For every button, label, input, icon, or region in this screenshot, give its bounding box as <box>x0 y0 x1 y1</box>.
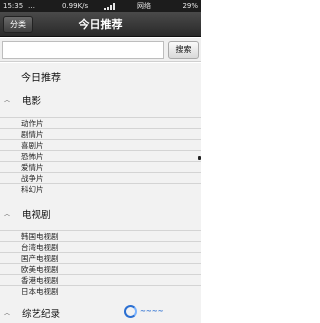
signal-icon <box>104 3 120 10</box>
list-item[interactable]: 台湾电视剧 <box>0 241 201 252</box>
status-bar: 15:35 … 0.99K/s 网络 29% <box>0 0 201 12</box>
chevron-up-icon: ︿ <box>4 211 11 218</box>
list-item[interactable]: 香港电视剧 <box>0 274 201 285</box>
list-item-today[interactable]: 今日推荐 <box>0 68 201 90</box>
network-speed: 0.99K/s <box>62 2 89 10</box>
list-item[interactable]: 动作片 <box>0 117 201 128</box>
section-label: 电影 <box>22 96 42 107</box>
list-item[interactable]: 喜剧片 <box>0 139 201 150</box>
section-label: 综艺纪录 <box>22 309 61 320</box>
notification-dots: … <box>28 2 35 10</box>
chevron-up-icon: ︿ <box>4 97 11 104</box>
status-time: 15:35 <box>3 2 24 10</box>
section-tv-series[interactable]: ︿ 电视剧 <box>0 208 201 224</box>
chevron-up-icon: ︿ <box>4 310 11 317</box>
list-item[interactable]: 战争片 <box>0 172 201 183</box>
category-button[interactable]: 分类 <box>3 16 33 33</box>
watermark-logo: ~~~~ <box>124 304 199 319</box>
list-item[interactable]: 韩国电视剧 <box>0 230 201 241</box>
section-label: 电视剧 <box>22 210 51 221</box>
battery-level: 29% <box>182 2 198 10</box>
search-button[interactable]: 搜索 <box>168 41 199 59</box>
network-label: 网络 <box>137 2 151 10</box>
list-item[interactable]: 科幻片 <box>0 183 201 194</box>
search-input[interactable] <box>2 41 164 59</box>
list-item[interactable]: 国产电视剧 <box>0 252 201 263</box>
scroll-indicator[interactable] <box>198 156 201 160</box>
list-item[interactable]: 剧情片 <box>0 128 201 139</box>
item-label: 日本电视剧 <box>21 287 59 296</box>
watermark-mark: ~~~~ <box>140 307 164 315</box>
list-item[interactable]: 日本电视剧 <box>0 285 201 296</box>
item-label: 科幻片 <box>21 185 44 194</box>
section-movies[interactable]: ︿ 电影 <box>0 94 201 110</box>
category-list: 今日推荐 ︿ 电影 动作片 剧情片 喜剧片 恐怖片 爱情片 战争片 科幻片 ︿ … <box>0 63 201 323</box>
swirl-logo-icon <box>124 305 137 318</box>
list-item[interactable]: 恐怖片 <box>0 150 201 161</box>
list-item[interactable]: 爱情片 <box>0 161 201 172</box>
list-item[interactable]: 欧美电视剧 <box>0 263 201 274</box>
title-bar: 今日推荐 分类 <box>0 12 201 37</box>
search-bar: 搜索 <box>0 38 201 62</box>
